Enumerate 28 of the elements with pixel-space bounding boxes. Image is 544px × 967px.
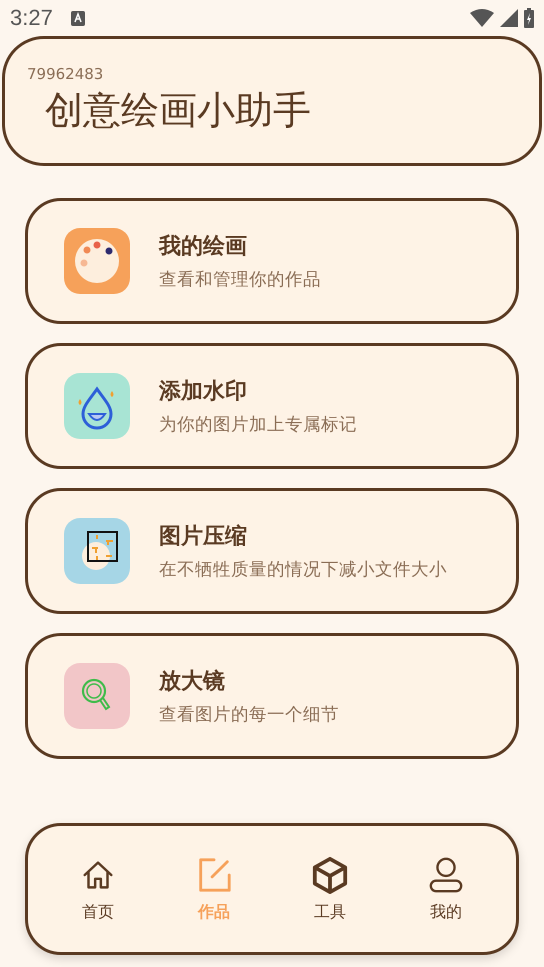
nav-tab[interactable]: 首页	[40, 850, 156, 928]
magnifier-icon	[64, 663, 130, 729]
battery-icon	[524, 8, 534, 28]
feature-description: 为你的图片加上专属标记	[159, 414, 357, 436]
feature-description: 查看图片的每一个细节	[159, 704, 339, 726]
feature-card[interactable]: 图片压缩 在不牺牲质量的情况下减小文件大小	[25, 488, 519, 614]
feature-card[interactable]: 放大镜 查看图片的每一个细节	[25, 633, 519, 759]
status-time: 3:27	[10, 5, 53, 31]
feature-description: 在不牺牲质量的情况下减小文件大小	[159, 559, 447, 581]
user-icon	[427, 856, 465, 894]
keyboard-icon	[70, 10, 85, 26]
feature-card[interactable]: 我的绘画 查看和管理你的作品	[25, 198, 519, 324]
palette-icon	[64, 228, 130, 294]
app-number: 79962483	[27, 65, 104, 83]
feature-card[interactable]: 添加水印 为你的图片加上专属标记	[25, 343, 519, 469]
app-title: 创意绘画小助手	[45, 87, 311, 134]
feature-description: 查看和管理你的作品	[159, 269, 321, 291]
cube-icon	[311, 856, 349, 894]
water-drop-icon	[64, 373, 130, 439]
wifi-icon	[470, 9, 494, 27]
feature-title: 我的绘画	[159, 233, 248, 261]
feature-title: 放大镜	[159, 668, 226, 696]
signal-icon	[500, 9, 518, 27]
crop-frame-icon	[64, 518, 130, 584]
nav-tab[interactable]: 工具	[272, 850, 388, 928]
feature-title: 图片压缩	[159, 523, 248, 551]
nav-tab[interactable]: 我的	[388, 850, 504, 928]
feature-title: 添加水印	[159, 378, 248, 406]
